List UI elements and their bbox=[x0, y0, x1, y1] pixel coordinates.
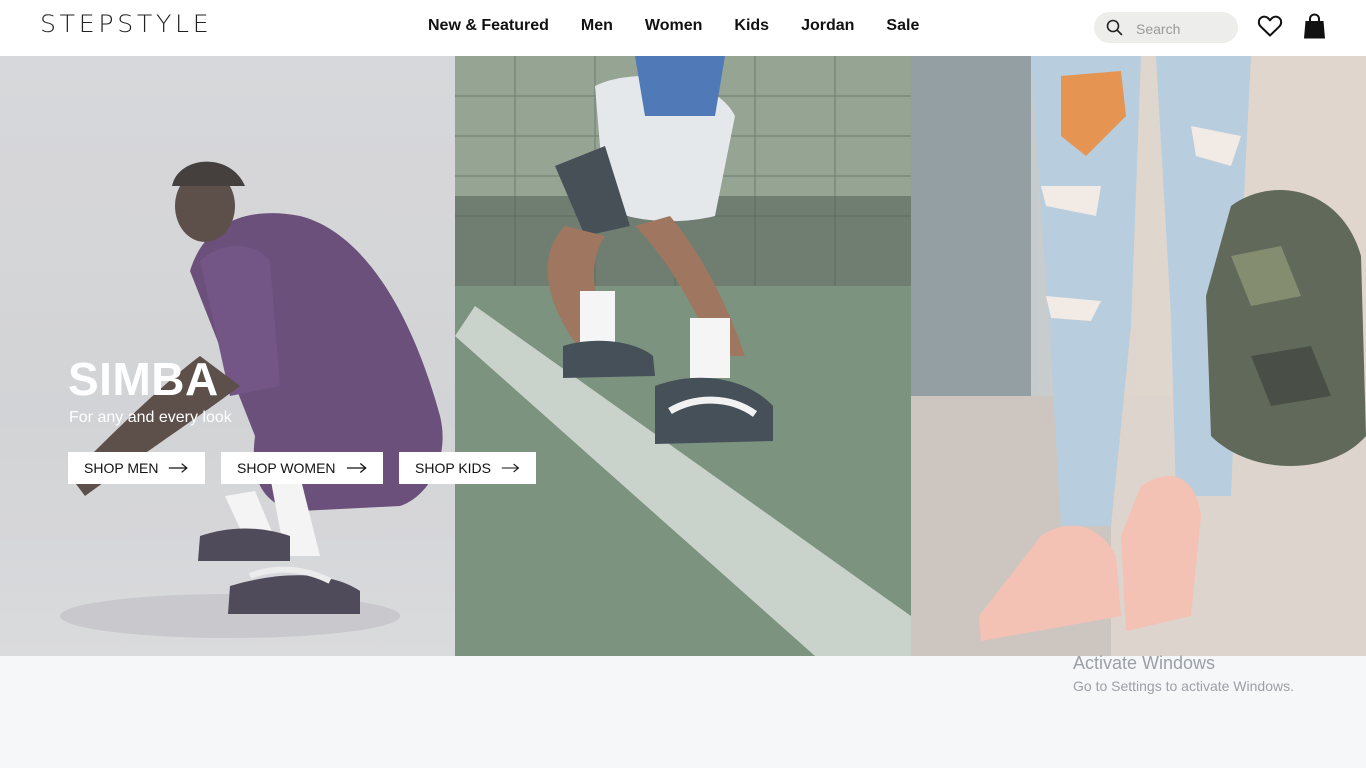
arrow-right-icon bbox=[169, 463, 189, 473]
nav-men[interactable]: Men bbox=[581, 17, 613, 35]
shop-women-button[interactable]: SHOP WOMEN bbox=[221, 452, 383, 484]
shop-women-label: SHOP WOMEN bbox=[237, 460, 336, 476]
nav-women[interactable]: Women bbox=[645, 17, 702, 35]
shop-men-button[interactable]: SHOP MEN bbox=[68, 452, 205, 484]
nav-kids[interactable]: Kids bbox=[734, 17, 769, 35]
windows-activation-watermark: Activate Windows Go to Settings to activ… bbox=[1073, 653, 1294, 694]
nav-sale[interactable]: Sale bbox=[886, 17, 919, 35]
arrow-right-icon bbox=[501, 463, 520, 473]
heart-icon bbox=[1257, 15, 1283, 37]
arrow-right-icon bbox=[346, 463, 367, 473]
search-input[interactable] bbox=[1134, 18, 1234, 39]
nav-jordan[interactable]: Jordan bbox=[801, 17, 854, 35]
hero-panel-right bbox=[911, 56, 1366, 656]
shop-kids-label: SHOP KIDS bbox=[415, 460, 491, 476]
shopping-bag-icon bbox=[1304, 13, 1325, 39]
hero-title: SIMBA bbox=[68, 353, 219, 405]
shop-men-label: SHOP MEN bbox=[84, 460, 159, 476]
search-box[interactable] bbox=[1094, 12, 1238, 43]
shop-kids-button[interactable]: SHOP KIDS bbox=[399, 452, 536, 484]
hero-subtitle: For any and every look bbox=[69, 409, 232, 426]
favorites-button[interactable] bbox=[1257, 14, 1283, 43]
watermark-title: Activate Windows bbox=[1073, 653, 1216, 673]
main-nav: New & Featured Men Women Kids Jordan Sal… bbox=[428, 17, 951, 35]
nav-new-featured[interactable]: New & Featured bbox=[428, 17, 549, 35]
panel-overlay bbox=[455, 56, 911, 656]
search-icon bbox=[1106, 19, 1123, 36]
hero-panel-middle bbox=[455, 56, 911, 656]
bag-button[interactable] bbox=[1303, 13, 1326, 45]
panel-overlay bbox=[911, 56, 1366, 656]
site-logo[interactable]: STEPSTYLE bbox=[40, 10, 212, 38]
watermark-subtitle: Go to Settings to activate Windows. bbox=[1073, 678, 1294, 694]
hero-banner: SIMBA For any and every look SHOP MEN SH… bbox=[0, 56, 1366, 656]
site-header: STEPSTYLE New & Featured Men Women Kids … bbox=[0, 0, 1366, 56]
